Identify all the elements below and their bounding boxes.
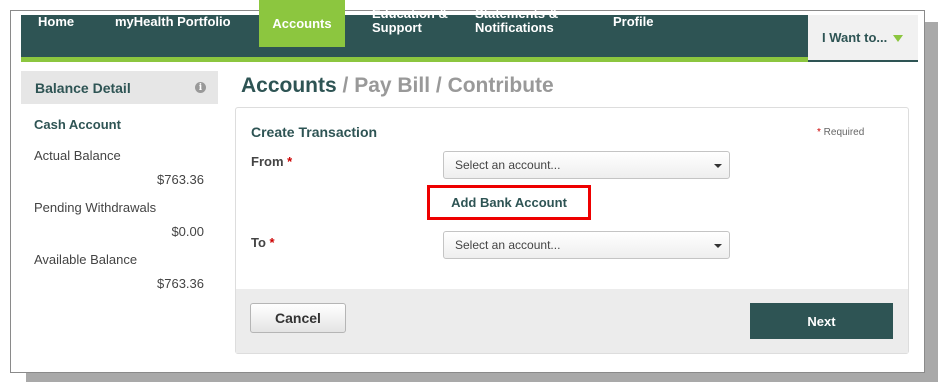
- required-note: * Required: [817, 127, 864, 138]
- nav-statements-line1: Statements &: [475, 6, 559, 21]
- caret-down-icon: [714, 244, 722, 248]
- actual-balance-value: $763.36: [157, 172, 204, 187]
- i-want-to-label: I Want to...: [822, 30, 888, 45]
- nav-education-support[interactable]: Education & Support: [372, 0, 448, 42]
- nav-accent-bar: [21, 57, 808, 62]
- nav-statements-notifications[interactable]: Statements & Notifications: [475, 0, 558, 42]
- nav-myhealth-portfolio[interactable]: myHealth Portfolio: [115, 0, 231, 42]
- to-account-select[interactable]: Select an account...: [443, 231, 730, 259]
- sidebar-title: Balance Detail: [35, 79, 131, 96]
- to-label: To *: [251, 235, 275, 250]
- nav-accounts[interactable]: Accounts: [259, 0, 345, 47]
- page-title: Accounts / Pay Bill / Contribute: [241, 74, 554, 98]
- nav-statements-line2: Notifications: [475, 20, 554, 35]
- add-bank-account-link[interactable]: Add Bank Account: [427, 185, 591, 220]
- sidebar-header: Balance Detail i: [21, 71, 218, 104]
- i-want-to-dropdown[interactable]: I Want to...: [808, 15, 918, 60]
- page-title-main: Accounts: [241, 74, 337, 97]
- page-title-sub: / Pay Bill / Contribute: [336, 74, 554, 97]
- info-icon[interactable]: i: [195, 82, 206, 93]
- pending-withdrawals-label: Pending Withdrawals: [34, 200, 157, 215]
- pending-withdrawals-value: $0.00: [171, 224, 204, 239]
- cancel-button[interactable]: Cancel: [250, 303, 346, 333]
- triangle-down-icon: [893, 35, 904, 42]
- to-select-value: Select an account...: [455, 238, 561, 252]
- caret-down-icon: [714, 164, 722, 168]
- from-account-select[interactable]: Select an account...: [443, 151, 730, 179]
- from-label: From *: [251, 154, 292, 169]
- available-balance-label: Available Balance: [34, 252, 138, 267]
- create-transaction-title: Create Transaction: [251, 124, 378, 140]
- nav-profile[interactable]: Profile: [613, 0, 653, 42]
- nav-education-line1: Education &: [372, 6, 448, 21]
- actual-balance-label: Actual Balance: [34, 148, 121, 163]
- next-button[interactable]: Next: [750, 303, 893, 339]
- to-required-star: *: [265, 235, 275, 250]
- nav-education-line2: Support: [372, 20, 422, 35]
- from-select-value: Select an account...: [455, 158, 561, 172]
- to-label-text: To: [251, 235, 266, 250]
- from-label-text: From: [251, 154, 284, 169]
- cash-account-heading: Cash Account: [34, 117, 121, 132]
- available-balance-value: $763.36: [157, 276, 204, 291]
- from-required-star: *: [283, 154, 293, 169]
- nav-home[interactable]: Home: [38, 0, 74, 42]
- required-text: Required: [820, 127, 865, 138]
